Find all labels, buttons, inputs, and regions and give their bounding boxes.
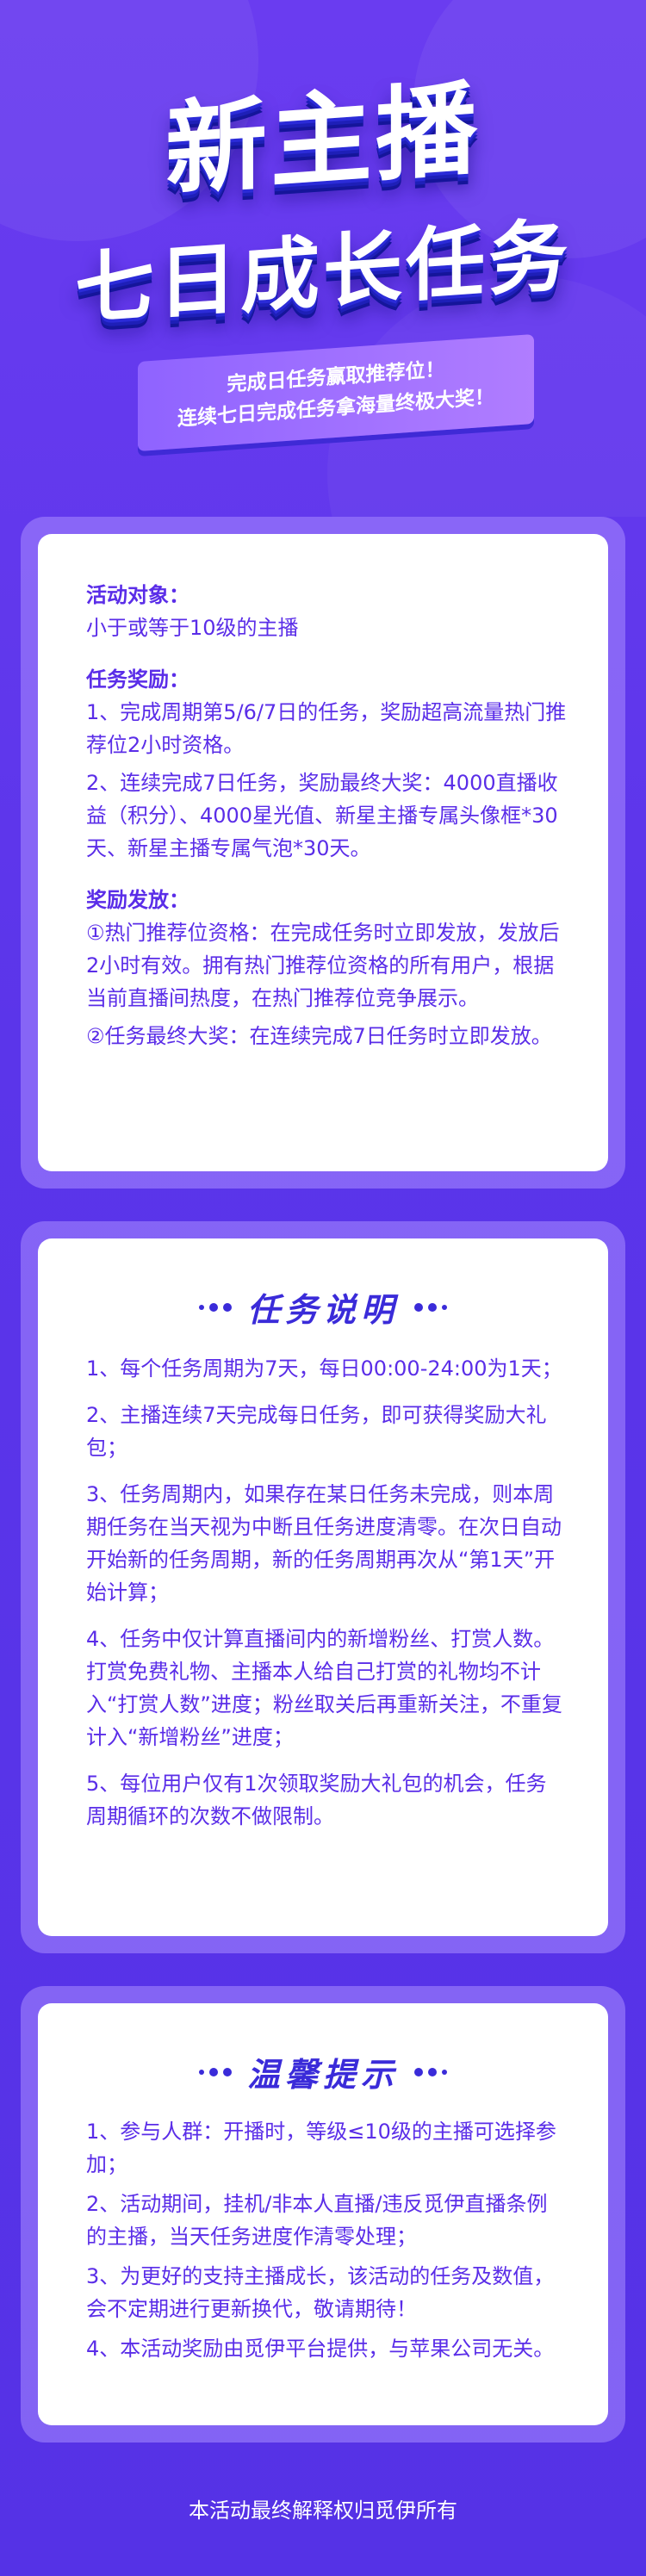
tips-card: 温馨提示 1、参与人群：开播时，等级≤10级的主播可选择参加； 2、活动期间，挂… xyxy=(21,1986,625,2443)
tips-item: 2、活动期间，挂机/非本人直播/违反觅伊直播条例的主播，当天任务进度作清零处理； xyxy=(86,2192,548,2249)
distribution-heading: 奖励发放： xyxy=(86,888,189,912)
task-description-item: 3、任务周期内，如果存在某日任务未完成，则本周期任务在当天视为中断且任务进度清零… xyxy=(86,1482,562,1605)
task-description-item: 2、主播连续7天完成每日任务，即可获得奖励大礼包； xyxy=(86,1403,547,1460)
tips-item: 4、本活动奖励由觅伊平台提供，与苹果公司无关。 xyxy=(86,2337,555,2361)
activity-info-card: 活动对象： 小于或等于10级的主播 任务奖励： 1、完成周期第5/6/7日的任务… xyxy=(21,517,625,1189)
task-description-item: 5、每位用户仅有1次领取奖励大礼包的机会，任务周期循环的次数不做限制。 xyxy=(86,1772,547,1828)
target-heading: 活动对象： xyxy=(86,583,189,607)
distribution-item: ①热门推荐位资格：在完成任务时立即发放，发放后2小时有效。拥有热门推荐位资格的所… xyxy=(86,921,560,1010)
target-text: 小于或等于10级的主播 xyxy=(86,616,299,640)
tips-list: 1、参与人群：开播时，等级≤10级的主播可选择参加； 2、活动期间，挂机/非本人… xyxy=(86,2115,567,2365)
task-description-item: 4、任务中仅计算直播间内的新增粉丝、打赏人数。打赏免费礼物、主播本人给自己打赏的… xyxy=(86,1627,562,1749)
hero-banner-area: 新主播 七日成长任务 完成日任务赢取推荐位！ 连续七日完成任务拿海量终极大奖！ xyxy=(0,0,646,517)
tips-title: 温馨提示 xyxy=(246,2056,399,2094)
task-description-card: 任务说明 1、每个任务周期为7天，每日00:00-24:00为1天； 2、主播连… xyxy=(21,1221,625,1953)
activity-info-panel: 活动对象： 小于或等于10级的主播 任务奖励： 1、完成周期第5/6/7日的任务… xyxy=(38,534,608,1171)
task-description-panel: 任务说明 1、每个任务周期为7天，每日00:00-24:00为1天； 2、主播连… xyxy=(38,1238,608,1936)
left-dots-icon xyxy=(198,1302,232,1312)
reward-heading: 任务奖励： xyxy=(86,667,189,692)
distribution-item: ②任务最终大奖：在连续完成7日任务时立即发放。 xyxy=(86,1024,552,1048)
reward-item: 1、完成周期第5/6/7日的任务，奖励超高流量热门推荐位2小时资格。 xyxy=(86,700,567,757)
activity-info-content: 活动对象： 小于或等于10级的主播 任务奖励： 1、完成周期第5/6/7日的任务… xyxy=(86,579,567,1052)
reward-item: 2、连续完成7日任务，奖励最终大奖：4000直播收益（积分）、4000星光值、新… xyxy=(86,771,558,860)
tips-header: 温馨提示 xyxy=(38,2048,608,2095)
task-description-title: 任务说明 xyxy=(246,1291,399,1329)
task-description-header: 任务说明 xyxy=(38,1283,608,1331)
task-description-item: 1、每个任务周期为7天，每日00:00-24:00为1天； xyxy=(86,1356,562,1381)
right-dots-icon xyxy=(414,1302,447,1312)
tips-item: 3、为更好的支持主播成长，该活动的任务及数值，会不定期进行更新换代，敬请期待！ xyxy=(86,2264,555,2321)
task-description-list: 1、每个任务周期为7天，每日00:00-24:00为1天； 2、主播连续7天完成… xyxy=(86,1352,567,1833)
tips-item: 1、参与人群：开播时，等级≤10级的主播可选择参加； xyxy=(86,2120,556,2176)
tips-panel: 温馨提示 1、参与人群：开播时，等级≤10级的主播可选择参加； 2、活动期间，挂… xyxy=(38,2003,608,2425)
right-dots-icon xyxy=(414,2067,447,2076)
left-dots-icon xyxy=(198,2067,232,2076)
footer-disclaimer: 本活动最终解释权归觅伊所有 xyxy=(189,2498,457,2523)
